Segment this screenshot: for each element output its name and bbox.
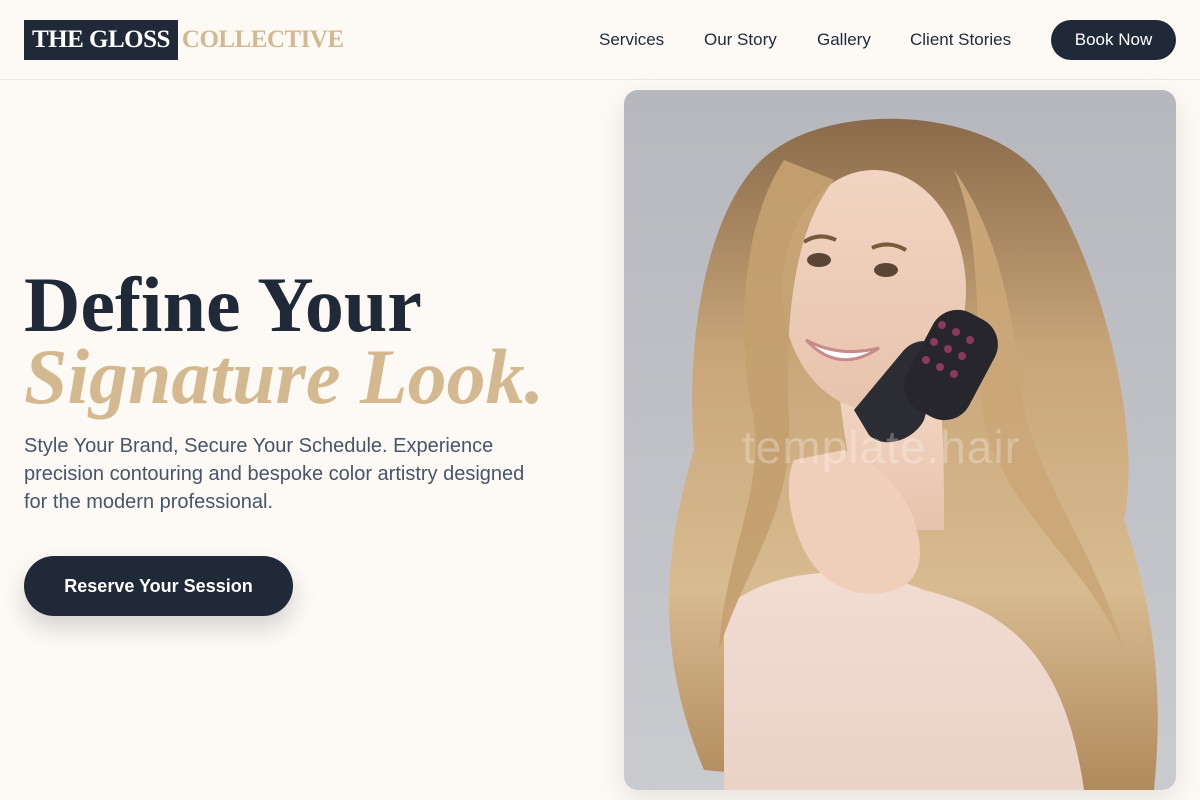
nav-link-services[interactable]: Services — [599, 30, 664, 50]
hero-subtext: Style Your Brand, Secure Your Schedule. … — [24, 435, 525, 513]
reserve-session-button[interactable]: Reserve Your Session — [24, 556, 293, 616]
image-watermark: template.hair — [742, 421, 1021, 473]
hero-image: template.hair — [624, 90, 1176, 790]
logo-secondary-text: COLLECTIVE — [181, 26, 344, 53]
logo-primary-text: THE GLOSS — [24, 20, 178, 60]
book-now-button[interactable]: Book Now — [1051, 20, 1176, 60]
site-header: THE GLOSS COLLECTIVE Services Our Story … — [0, 0, 1200, 80]
nav-link-gallery[interactable]: Gallery — [817, 30, 871, 50]
brand-logo[interactable]: THE GLOSS COLLECTIVE — [24, 20, 344, 60]
hero-headline-line-2: Signature Look. — [24, 333, 545, 420]
nav-link-client-stories[interactable]: Client Stories — [910, 30, 1011, 50]
nav-link-our-story[interactable]: Our Story — [704, 30, 777, 50]
